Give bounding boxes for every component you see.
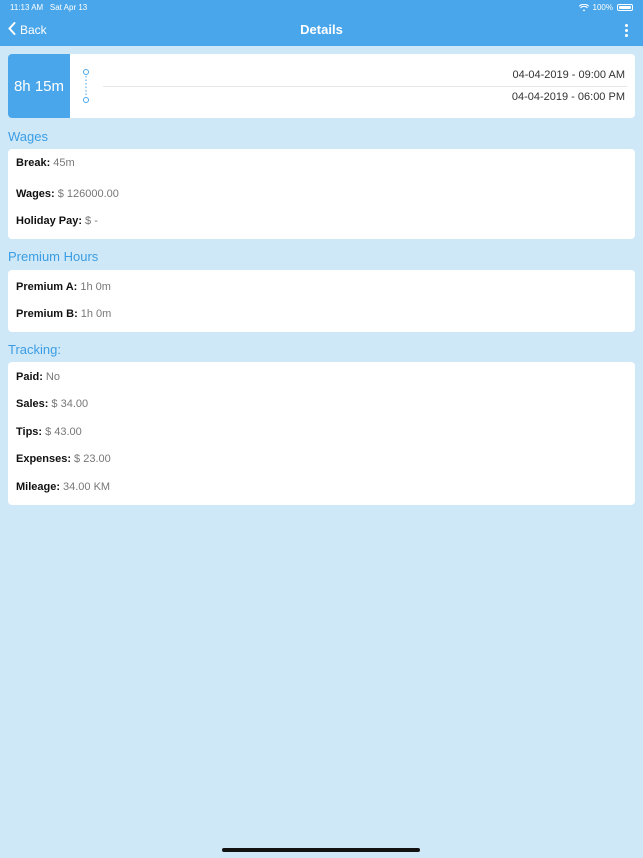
timeline-icon [83,69,89,103]
wages-section-title: Wages [8,129,48,144]
premium-b-row: Premium B: 1h 0m [16,308,111,320]
paid-row: Paid: No [16,371,60,383]
expenses-label: Expenses: [16,453,72,465]
premium-card: Premium A: 1h 0m Premium B: 1h 0m [8,270,635,332]
mileage-row: Mileage: 34.00 KM [16,481,110,493]
premium-b-value: 1h 0m [80,308,112,320]
tips-label: Tips: [16,426,43,438]
mileage-label: Mileage: [16,481,61,493]
paid-label: Paid: [16,371,43,383]
tracking-section-title: Tracking: [8,342,61,357]
premium-a-value: 1h 0m [80,281,111,293]
break-row: Break: 45m [16,157,75,169]
page-title: Details [300,22,343,37]
expenses-value: $ 23.00 [74,453,111,465]
break-value: 45m [53,157,75,169]
status-bar: 11:13 AM Sat Apr 13 100% [0,0,643,14]
status-indicators: 100% [578,3,633,12]
end-time: 04-04-2019 - 06:00 PM [511,91,625,103]
premium-a-row: Premium A: 1h 0m [16,281,111,293]
sales-label: Sales: [16,398,49,410]
expenses-row: Expenses: $ 23.00 [16,453,111,465]
shift-time-card: 8h 15m 04-04-2019 - 09:00 AM 04-04-2019 … [8,54,635,118]
status-date: Sat Apr 13 [49,3,88,12]
tips-value: $ 43.00 [45,426,82,438]
duration-badge: 8h 15m [8,54,70,118]
mileage-value: 34.00 KM [63,481,111,493]
holiday-pay-value: $ - [85,215,98,227]
home-indicator[interactable] [222,848,420,852]
wages-value: $ 126000.00 [57,188,119,200]
sales-row: Sales: $ 34.00 [16,398,88,410]
battery-icon [617,4,633,11]
holiday-pay-row: Holiday Pay: $ - [16,215,98,227]
tips-row: Tips: $ 43.00 [16,426,82,438]
more-options-icon[interactable] [623,24,629,38]
details-screen: 11:13 AM Sat Apr 13 100% Back Details 8h… [0,0,643,858]
status-time: 11:13 AM Sat Apr 13 [10,3,87,12]
navigation-bar: 11:13 AM Sat Apr 13 100% Back Details [0,0,643,46]
wages-card: Break: 45m Wages: $ 126000.00 Holiday Pay:… [8,149,635,239]
time-divider [103,86,627,87]
sales-value: $ 34.00 [51,398,89,410]
holiday-pay-label: Holiday Pay: [16,215,83,227]
break-label: Break: [16,157,51,169]
tracking-card: Paid: No Sales: $ 34.00 Tips: $ 43.00 Expen… [8,362,635,505]
start-time: 04-04-2019 - 09:00 AM [512,69,625,81]
premium-b-label: Premium B: [16,308,78,320]
wages-label: Wages: [16,188,55,200]
battery-percent: 100% [592,3,613,12]
premium-section-title: Premium Hours [8,249,99,264]
wages-row: Wages: $ 126000.00 [16,188,119,200]
paid-value: No [45,371,60,383]
status-clock: 11:13 AM [10,3,44,12]
premium-a-label: Premium A: [16,281,78,293]
wifi-icon [578,3,589,12]
